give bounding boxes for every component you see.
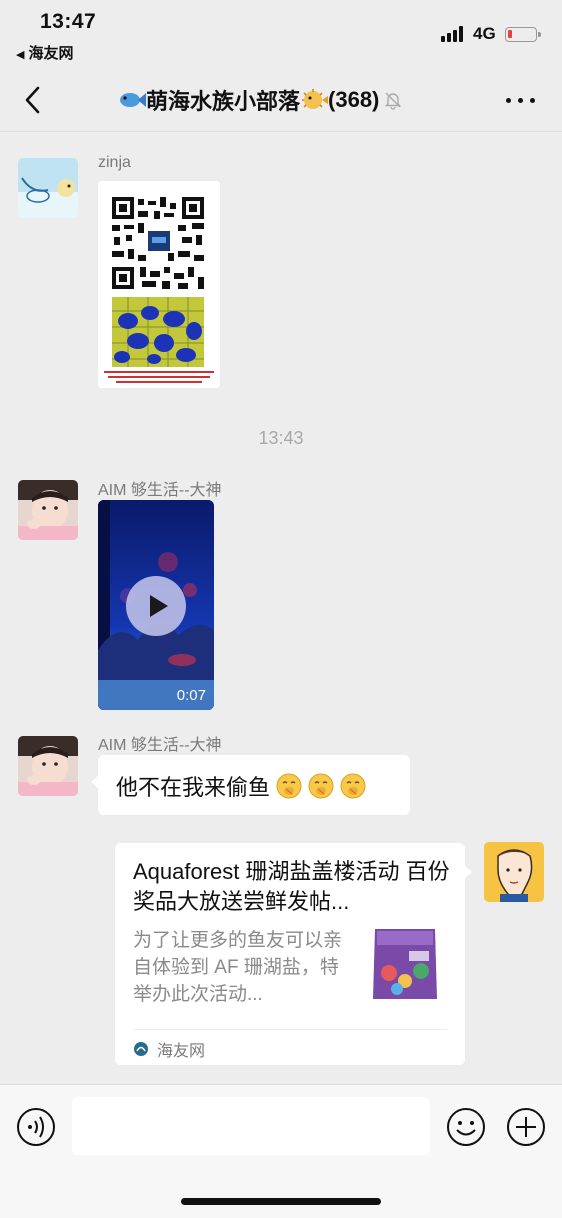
message-input[interactable] [72, 1097, 430, 1155]
member-count: (368) [328, 87, 380, 112]
plus-icon[interactable] [506, 1107, 546, 1147]
group-name: 萌海水族小部落 [146, 89, 301, 114]
link-card[interactable]: Aquaforest 珊湖盐盖楼活动 百份奖品大放送尝鲜发帖... 为了让更多的… [115, 843, 472, 1065]
home-indicator[interactable] [181, 1198, 381, 1205]
source-name: 海友网 [157, 1043, 206, 1060]
status-bar: 13:47 ◀ 海友网 4G [0, 0, 562, 70]
more-options-icon[interactable] [504, 96, 536, 106]
chat-title[interactable]: 萌海水族小部落 (368) [118, 84, 403, 116]
signal-icon [441, 26, 467, 42]
source-logo-icon [134, 1042, 148, 1056]
link-title: Aquaforest 珊湖盐盖楼活动 百份奖品大放送尝鲜发帖... [133, 859, 450, 914]
salt-bag-thumbnail [367, 923, 443, 1005]
text-message-bubble[interactable]: 他不在我来偷鱼 [91, 755, 410, 815]
link-divider [133, 1029, 447, 1030]
qr-poster-image [98, 181, 220, 388]
back-chevron-icon[interactable] [20, 84, 50, 116]
video-message[interactable]: 0:07 [98, 500, 214, 710]
sender-name: AIM 够生活--大神 [98, 482, 222, 499]
fish-emoji-icon [120, 93, 146, 107]
link-source: 海友网 [133, 1037, 205, 1061]
voice-input-icon[interactable] [16, 1107, 56, 1147]
back-to-app-link[interactable]: ◀ 海友网 [16, 42, 73, 63]
battery-icon [505, 27, 541, 42]
message-text: 他不在我来偷鱼 [116, 775, 271, 800]
video-duration: 0:07 [176, 687, 206, 704]
avatar-zinja[interactable] [18, 158, 78, 218]
play-icon[interactable] [126, 576, 186, 636]
back-app-label: 海友网 [28, 45, 74, 62]
pufferfish-emoji-icon [302, 89, 329, 109]
sender-name: zinja [98, 154, 131, 171]
sender-name: AIM 够生活--大神 [98, 737, 222, 754]
avatar-self[interactable] [484, 842, 544, 902]
back-triangle-icon: ◀ [16, 49, 25, 61]
status-time: 13:47 [40, 10, 97, 33]
network-label: 4G [473, 24, 496, 43]
hush-emoji-icon [308, 773, 334, 799]
emoji-icon[interactable] [446, 1107, 486, 1147]
hush-emoji-icon [276, 773, 302, 799]
mute-bell-icon [385, 92, 402, 110]
link-description: 为了让更多的鱼友可以亲自体验到 AF 珊湖盐，特举办此次活动... [133, 930, 343, 1005]
chat-header: 萌海水族小部落 (368) [0, 70, 562, 132]
avatar-aim[interactable] [18, 480, 78, 540]
image-message[interactable] [98, 181, 220, 388]
hush-emoji-icon [340, 773, 366, 799]
time-divider: 13:43 [258, 428, 304, 448]
avatar-aim[interactable] [18, 736, 78, 796]
